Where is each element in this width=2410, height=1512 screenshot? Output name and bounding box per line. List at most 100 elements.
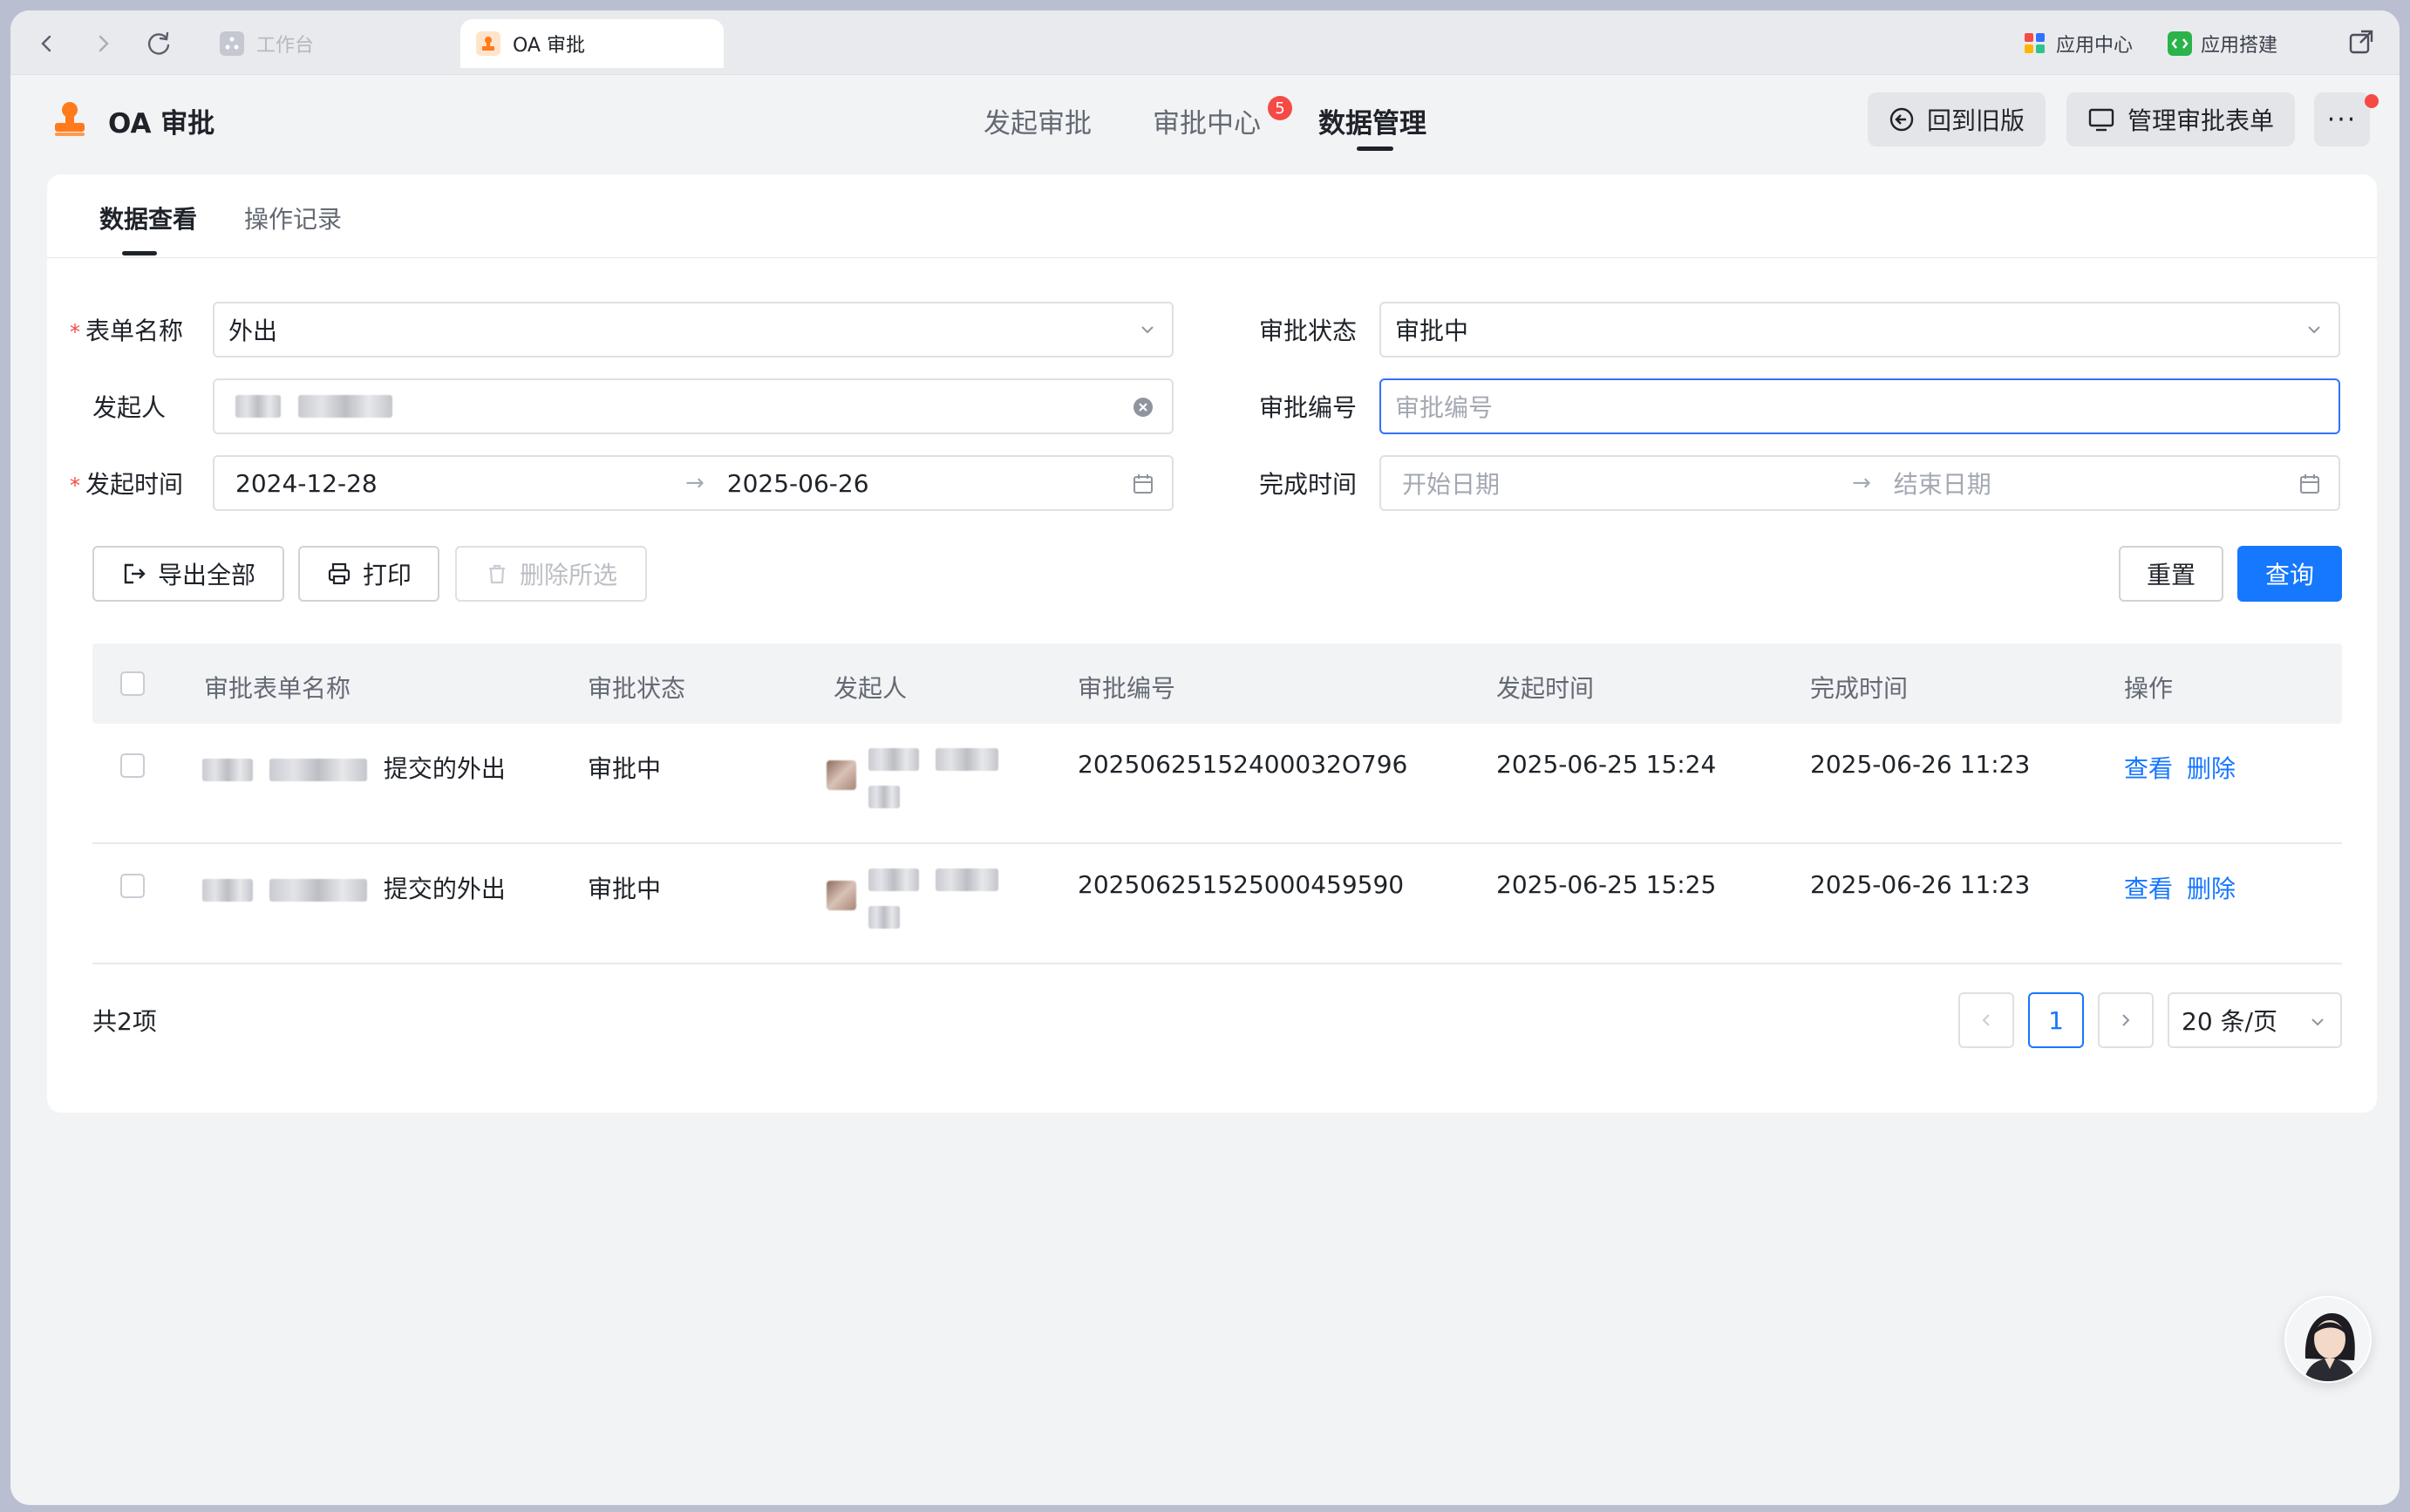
- finish-time-to[interactable]: 结束日期: [1894, 466, 1991, 501]
- form-title-suffix: 提交的外出: [383, 754, 506, 783]
- range-arrow-icon: →: [1852, 470, 1871, 496]
- page-size-value: 20 条/页: [2182, 1007, 2277, 1036]
- chevron-left-icon: [1982, 1014, 1990, 1026]
- column-header: 发起人: [834, 674, 908, 703]
- back-to-old-version-label: 回到旧版: [1927, 106, 2025, 135]
- browser-tab-label: 工作台: [256, 35, 315, 57]
- finish-time-from[interactable]: 开始日期: [1402, 466, 1829, 501]
- oa-logo-icon: [51, 99, 89, 138]
- column-header: 完成时间: [1810, 674, 1909, 703]
- prev-page-button[interactable]: [1958, 992, 2014, 1048]
- row-checkbox[interactable]: [120, 753, 145, 778]
- delete-link[interactable]: 删除: [2187, 870, 2236, 905]
- redacted-name: [235, 395, 281, 418]
- app-builder-icon: [2168, 31, 2192, 56]
- required-mark: *: [70, 473, 80, 498]
- chevron-down-icon: [2308, 326, 2320, 334]
- start-time-range[interactable]: 2024-12-28 → 2025-06-26: [213, 455, 1174, 511]
- page-1-button[interactable]: 1: [2028, 992, 2084, 1048]
- refresh-icon[interactable]: [141, 26, 176, 61]
- chevron-down-icon: [1141, 326, 1154, 334]
- print-label: 打印: [362, 561, 412, 589]
- customer-service-avatar[interactable]: [2284, 1296, 2372, 1383]
- select-all-checkbox[interactable]: [120, 671, 145, 696]
- print-button[interactable]: 打印: [298, 546, 439, 602]
- view-link[interactable]: 查看: [2124, 870, 2173, 905]
- redacted-name: [935, 868, 998, 891]
- trash-icon: [488, 564, 505, 584]
- manage-forms-button[interactable]: 管理审批表单: [2066, 92, 2296, 146]
- form-name-select[interactable]: 外出: [213, 302, 1174, 358]
- column-header: 操作: [2124, 674, 2174, 703]
- finish-time-range[interactable]: 开始日期 → 结束日期: [1379, 455, 2340, 511]
- redacted-name: [202, 879, 253, 902]
- subtab-bar: 数据查看 操作记录: [47, 174, 2377, 258]
- view-link[interactable]: 查看: [2124, 750, 2173, 785]
- data-card: 数据查看 操作记录 * 表单名称 外出 审批状态 审批中 发起人 审批编号 审批编…: [47, 174, 2377, 1113]
- approval-no-cell: 20250625152400032O796: [1078, 750, 1408, 779]
- export-all-button[interactable]: 导出全部: [92, 546, 284, 602]
- form-title-cell: 提交的外出: [202, 870, 506, 905]
- nav-initiate-approval[interactable]: 发起审批: [984, 101, 1092, 140]
- delete-selected-button[interactable]: 删除所选: [455, 546, 647, 602]
- approval-center-badge: 5: [1268, 96, 1292, 120]
- start-time-to[interactable]: 2025-06-26: [727, 469, 869, 498]
- initiator-select[interactable]: [213, 378, 1174, 434]
- more-options-button[interactable]: ···: [2314, 92, 2370, 146]
- nav-active-indicator: [1357, 146, 1393, 151]
- app-builder-label: 应用搭建: [2201, 35, 2278, 57]
- chevron-right-icon: [2122, 1014, 2130, 1026]
- table-row[interactable]: 提交的外出 审批中 20250625152400032O796 2025-06-…: [92, 724, 2342, 844]
- forward-icon[interactable]: [85, 26, 120, 61]
- redacted-name: [269, 759, 367, 781]
- back-to-old-version-button[interactable]: 回到旧版: [1868, 92, 2046, 146]
- app-center-link[interactable]: 应用中心: [2023, 30, 2133, 58]
- app-builder-link[interactable]: 应用搭建: [2168, 30, 2277, 58]
- nav-data-management[interactable]: 数据管理: [1318, 101, 1426, 140]
- app-header: OA 审批 发起审批 审批中心 5 数据管理 回到旧版 管理审批表单 ···: [10, 75, 2400, 167]
- start-time-from[interactable]: 2024-12-28: [235, 469, 663, 498]
- redacted-name: [202, 759, 253, 781]
- column-header: 发起时间: [1496, 674, 1595, 703]
- approval-no-placeholder: 审批编号: [1395, 393, 1494, 422]
- approval-no-input[interactable]: 审批编号: [1379, 378, 2340, 434]
- nav-approval-center[interactable]: 审批中心: [1153, 101, 1261, 140]
- tab-operation-log[interactable]: 操作记录: [244, 201, 342, 235]
- form-name-label-text: 表单名称: [85, 317, 184, 345]
- open-external-icon[interactable]: [2344, 24, 2379, 59]
- row-checkbox[interactable]: [120, 874, 145, 898]
- export-all-label: 导出全部: [157, 561, 255, 589]
- table-header: 审批表单名称 审批状态 发起人 审批编号 发起时间 完成时间 操作: [92, 644, 2342, 724]
- required-mark: *: [70, 320, 80, 344]
- form-title-cell: 提交的外出: [202, 750, 506, 785]
- initiator-avatar: [827, 881, 856, 910]
- finish-time-cell: 2025-06-26 11:23: [1810, 750, 2031, 779]
- query-button[interactable]: 查询: [2237, 546, 2342, 602]
- total-count: 共2项: [92, 1007, 157, 1036]
- app-center-icon: [2023, 31, 2047, 56]
- notification-dot: [2365, 94, 2379, 108]
- back-icon[interactable]: [30, 26, 65, 61]
- delete-link[interactable]: 删除: [2187, 750, 2236, 785]
- reset-button[interactable]: 重置: [2119, 546, 2223, 602]
- redacted-name: [868, 906, 900, 929]
- browser-tab-oa[interactable]: OA 审批: [460, 19, 724, 68]
- page-size-select[interactable]: 20 条/页: [2168, 992, 2342, 1048]
- next-page-button[interactable]: [2098, 992, 2154, 1048]
- form-name-value: 外出: [228, 317, 278, 345]
- form-name-label: * 表单名称: [70, 312, 183, 347]
- approval-no-cell: 202506251525000459590: [1078, 870, 1405, 899]
- browser-toolbar: 工作台 OA 审批 应用中心 应用搭建: [10, 10, 2400, 75]
- start-time-label: * 发起时间: [70, 466, 183, 501]
- redacted-name: [935, 748, 998, 771]
- clear-icon[interactable]: [1132, 396, 1154, 419]
- browser-tab-workbench[interactable]: 工作台: [204, 19, 457, 68]
- table-row[interactable]: 提交的外出 审批中 202506251525000459590 2025-06-…: [92, 844, 2342, 964]
- calendar-icon: [1134, 474, 1153, 494]
- tab-data-view[interactable]: 数据查看: [99, 201, 197, 235]
- app-center-label: 应用中心: [2056, 35, 2134, 57]
- app-window: 工作台 OA 审批 应用中心 应用搭建 OA 审批 发起审批 审批中心 5 数据…: [10, 10, 2400, 1505]
- range-arrow-icon: →: [685, 470, 705, 496]
- status-select[interactable]: 审批中: [1379, 302, 2340, 358]
- status-cell: 审批中: [588, 875, 662, 903]
